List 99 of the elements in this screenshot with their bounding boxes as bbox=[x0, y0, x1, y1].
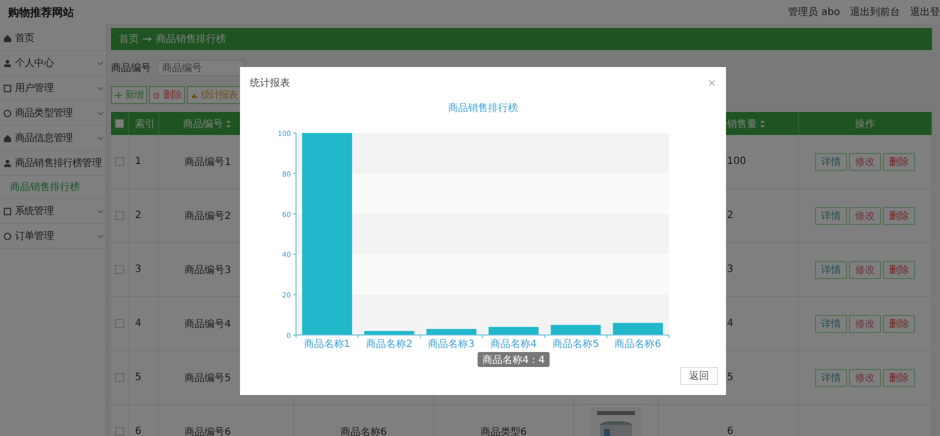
row-action-button[interactable]: 删除 bbox=[883, 260, 915, 278]
bar[interactable] bbox=[302, 133, 352, 335]
category-label: 商品名称5 bbox=[552, 339, 599, 350]
sidebar-item[interactable]: 商品销售排行榜管理 bbox=[0, 151, 106, 176]
table-cell: 6 bbox=[135, 426, 142, 436]
table-cell: 3 bbox=[727, 264, 734, 275]
sidebar-subitem[interactable]: 商品销售排行榜 bbox=[0, 176, 106, 199]
row-action-button[interactable]: 删除 bbox=[883, 152, 915, 170]
row-action-button[interactable]: 修改 bbox=[849, 368, 881, 386]
breadcrumb-link[interactable]: 首页 bbox=[119, 32, 139, 46]
sidebar-item[interactable]: 首页 bbox=[0, 26, 106, 51]
bar[interactable] bbox=[364, 330, 414, 335]
row-action-button[interactable]: 修改 bbox=[849, 314, 881, 332]
column-header: 索引 bbox=[135, 118, 155, 130]
toolbar-button[interactable]: 统计报表 bbox=[187, 86, 241, 104]
sidebar-item[interactable]: 用户管理 bbox=[0, 76, 106, 101]
plus-icon bbox=[115, 92, 122, 98]
table-cell: 5 bbox=[727, 372, 734, 383]
arrow-icon bbox=[143, 36, 152, 42]
category-label: 商品名称3 bbox=[428, 339, 475, 350]
table-cell: 3 bbox=[135, 264, 142, 275]
table-cell-text: 商品编号6 bbox=[184, 426, 231, 436]
row-action-button[interactable]: 详情 bbox=[815, 206, 847, 224]
table-cell: 2 bbox=[727, 210, 734, 221]
checkbox[interactable] bbox=[115, 157, 124, 166]
header-link[interactable]: 退出登 bbox=[910, 5, 940, 19]
menu-icon bbox=[3, 206, 12, 216]
menu-icon bbox=[3, 232, 12, 240]
row-action-button[interactable]: 删除 bbox=[883, 368, 915, 386]
chevron-icon bbox=[97, 208, 104, 214]
header-link[interactable]: 管理员 abo bbox=[788, 5, 840, 19]
table-cell: 5 bbox=[135, 372, 142, 383]
search-field[interactable]: 商品编号 bbox=[157, 60, 245, 76]
breadcrumb-link[interactable]: 商品销售排行榜 bbox=[156, 32, 226, 46]
checkbox[interactable] bbox=[115, 373, 124, 382]
menu-icon bbox=[3, 108, 12, 118]
site-title: 购物推荐网站 bbox=[8, 4, 74, 20]
chart-tooltip: 商品名称4 : 4 bbox=[478, 352, 550, 367]
row-action-button[interactable]: 修改 bbox=[849, 260, 881, 278]
table-cell: 4 bbox=[727, 318, 734, 329]
dialog-title: 统计报表 bbox=[250, 76, 290, 90]
category-label: 商品名称6 bbox=[614, 339, 662, 350]
menu-icon bbox=[3, 84, 12, 92]
sidebar-item[interactable]: 系统管理 bbox=[0, 199, 106, 224]
table-cell-text: 商品编号1 bbox=[184, 156, 231, 168]
category-label: 商品名称2 bbox=[366, 339, 412, 350]
row-action-button[interactable]: 详情 bbox=[815, 314, 847, 332]
row-action-button[interactable]: 详情 bbox=[815, 368, 847, 386]
category-label: 商品名称4 bbox=[490, 339, 537, 350]
table-cell: 1 bbox=[135, 156, 142, 167]
column-header[interactable]: 销售量 bbox=[727, 116, 757, 130]
close-button[interactable]: × bbox=[708, 78, 716, 88]
table-cell-text: 商品编号2 bbox=[184, 210, 231, 222]
table-cell: 6 bbox=[727, 426, 734, 436]
checkbox[interactable] bbox=[115, 427, 124, 436]
table-cell-text: 商品编号4 bbox=[184, 318, 231, 330]
checkbox[interactable] bbox=[115, 119, 124, 128]
category-label: 商品名称1 bbox=[304, 339, 350, 350]
field-label: 商品编号 bbox=[111, 62, 151, 75]
sort-icon[interactable] bbox=[226, 120, 231, 128]
back-button[interactable]: 返回 bbox=[680, 367, 718, 385]
row-action-button[interactable]: 修改 bbox=[849, 206, 881, 224]
table-cell: 100 bbox=[727, 156, 746, 167]
row-action-button[interactable]: 详情 bbox=[815, 260, 847, 278]
menu-icon bbox=[3, 34, 12, 42]
table-cell: 2 bbox=[135, 210, 142, 221]
column-header[interactable]: 商品编号 bbox=[183, 116, 223, 130]
trash-icon bbox=[153, 92, 160, 98]
sidebar-item[interactable]: 商品类型管理 bbox=[0, 101, 106, 126]
row-action-button[interactable]: 详情 bbox=[815, 152, 847, 170]
row-action-button[interactable]: 删除 bbox=[883, 206, 915, 224]
menu-icon bbox=[3, 58, 12, 68]
chevron-icon bbox=[97, 136, 104, 140]
chevron-icon bbox=[97, 110, 104, 116]
toolbar-button[interactable]: 删除 bbox=[149, 86, 185, 104]
checkbox[interactable] bbox=[115, 319, 124, 328]
checkbox[interactable] bbox=[115, 211, 124, 220]
table-cell-text: 商品编号5 bbox=[184, 372, 231, 384]
header-link[interactable]: 退出到前台 bbox=[850, 5, 900, 19]
column-header: 操作 bbox=[855, 118, 875, 130]
toolbar-button[interactable]: 新增 bbox=[111, 86, 147, 104]
chart-title: 商品销售排行榜 bbox=[448, 103, 518, 114]
sidebar-item[interactable]: 商品信息管理 bbox=[0, 126, 106, 151]
chart-icon bbox=[191, 92, 198, 98]
chevron-icon bbox=[97, 60, 104, 66]
menu-icon bbox=[3, 158, 12, 168]
sidebar-item[interactable]: 个人中心 bbox=[0, 51, 106, 76]
sort-icon[interactable] bbox=[760, 120, 765, 128]
table-cell-text: 商品类型6 bbox=[480, 426, 527, 436]
sidebar-item[interactable]: 订单管理 bbox=[0, 224, 106, 249]
table-cell-text: 商品编号3 bbox=[184, 264, 231, 276]
chevron-icon bbox=[97, 234, 104, 238]
menu-icon bbox=[3, 134, 12, 142]
row-action-button[interactable]: 修改 bbox=[849, 152, 881, 170]
chevron-icon bbox=[97, 86, 104, 90]
checkbox[interactable] bbox=[115, 265, 124, 274]
table-cell: 4 bbox=[135, 318, 142, 329]
row-action-button[interactable]: 删除 bbox=[883, 314, 915, 332]
table-cell-text: 商品名称6 bbox=[340, 426, 387, 436]
